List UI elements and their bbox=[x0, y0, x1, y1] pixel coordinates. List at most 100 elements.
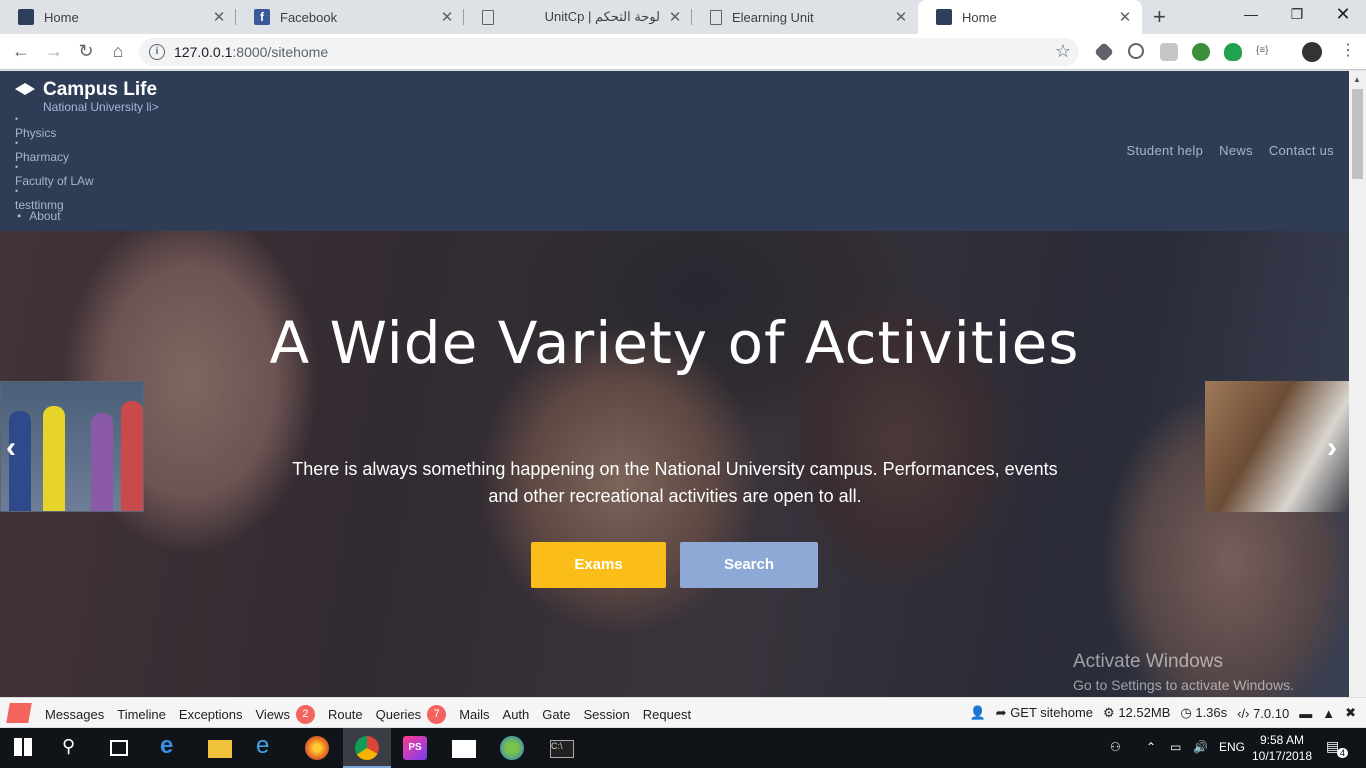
debugbar-logo-icon[interactable] bbox=[6, 703, 32, 723]
video-editor-icon[interactable] bbox=[452, 740, 476, 758]
debug-tab-mails[interactable]: Mails bbox=[459, 705, 489, 724]
recycle-extension-icon[interactable] bbox=[1128, 43, 1144, 59]
document-icon bbox=[710, 9, 722, 25]
people-icon[interactable]: ⚇ bbox=[1110, 740, 1121, 754]
profile-avatar[interactable] bbox=[1302, 42, 1322, 62]
document-icon bbox=[482, 9, 494, 25]
home-icon[interactable]: ⌂ bbox=[107, 41, 129, 62]
debug-tab-queries[interactable]: Queries 7 bbox=[376, 705, 447, 724]
close-tab-icon[interactable]: ✕ bbox=[438, 8, 456, 26]
request-duration: ◷ 1.36s bbox=[1180, 705, 1228, 720]
scroll-up-icon[interactable]: ▲ bbox=[1353, 75, 1361, 84]
tab-home-active[interactable]: Home ✕ bbox=[918, 0, 1142, 34]
request-method[interactable]: ➦ GET sitehome bbox=[996, 705, 1093, 721]
menu-item-law[interactable]: Faculty of LAw bbox=[15, 175, 93, 187]
forward-icon[interactable]: → bbox=[43, 41, 65, 62]
faculty-menu: • Physics • Pharmacy • Faculty of LAw • … bbox=[15, 115, 93, 212]
back-icon[interactable]: ← bbox=[10, 41, 32, 62]
tab-home[interactable]: Home ✕ bbox=[0, 0, 236, 34]
system-clock[interactable]: 9:58 AM 10/17/2018 bbox=[1250, 732, 1314, 764]
clock-date: 10/17/2018 bbox=[1251, 749, 1313, 763]
open-folder-icon[interactable]: ▬ bbox=[1299, 706, 1312, 721]
close-tab-icon[interactable]: ✕ bbox=[1116, 8, 1134, 26]
tray-expand-icon[interactable]: ⌃ bbox=[1146, 740, 1156, 754]
search-icon[interactable]: ⚲ bbox=[62, 736, 86, 760]
evernote-extension-icon[interactable] bbox=[1224, 43, 1242, 61]
debug-tab-exceptions[interactable]: Exceptions bbox=[179, 705, 243, 724]
close-debugbar-icon[interactable]: ✖ bbox=[1345, 705, 1356, 721]
reload-icon[interactable]: ↻ bbox=[75, 41, 97, 62]
close-tab-icon[interactable]: ✕ bbox=[666, 8, 684, 26]
eyedropper-extension-icon[interactable] bbox=[1094, 42, 1114, 62]
firefox-icon[interactable] bbox=[305, 736, 329, 760]
site-header: Campus Life National University li> • Ph… bbox=[0, 71, 1349, 231]
bookmark-star-icon[interactable]: ☆ bbox=[1055, 41, 1071, 62]
clock-time: 9:58 AM bbox=[1259, 733, 1305, 747]
debug-tab-session[interactable]: Session bbox=[583, 705, 629, 724]
network-tool-icon[interactable] bbox=[500, 736, 524, 760]
gears-icon: ⚙ bbox=[1103, 705, 1115, 720]
tab-title: Facebook bbox=[280, 9, 338, 25]
tab-title: Home bbox=[44, 9, 79, 25]
new-tab-icon[interactable]: + bbox=[1153, 4, 1166, 30]
task-view-icon[interactable] bbox=[110, 740, 128, 756]
debug-tab-views[interactable]: Views 2 bbox=[256, 705, 315, 724]
nav-contact-us[interactable]: Contact us bbox=[1269, 143, 1334, 158]
campus-favicon-icon bbox=[936, 9, 952, 25]
edge-icon[interactable]: e bbox=[160, 732, 184, 759]
tab-unitcp[interactable]: UnitCp | لوحة التحكم ✕ bbox=[464, 0, 692, 34]
file-explorer-icon[interactable] bbox=[208, 740, 232, 758]
scrollbar-thumb[interactable] bbox=[1352, 89, 1363, 179]
tab-facebook[interactable]: f Facebook ✕ bbox=[236, 0, 464, 34]
user-icon: 👤 bbox=[969, 705, 986, 720]
debug-tab-auth[interactable]: Auth bbox=[503, 705, 530, 724]
brand-title: Campus Life bbox=[43, 79, 158, 100]
close-tab-icon[interactable]: ✕ bbox=[210, 8, 228, 26]
debug-tab-request[interactable]: Request bbox=[643, 705, 691, 724]
prev-slide-thumbnail[interactable] bbox=[0, 381, 144, 512]
menu-item-about[interactable]: • About bbox=[17, 209, 61, 223]
puzzle-extension-icon[interactable] bbox=[1160, 43, 1178, 61]
debug-tab-messages[interactable]: Messages bbox=[45, 705, 104, 724]
browser-toolbar: ← → ↻ ⌂ i 127.0.0.1:8000/sitehome ☆ {≡} … bbox=[0, 34, 1366, 70]
site-info-icon[interactable]: i bbox=[149, 44, 165, 60]
chevron-left-icon[interactable]: ‹ bbox=[6, 431, 16, 465]
close-window-icon[interactable]: ✕ bbox=[1320, 0, 1366, 30]
minimize-icon[interactable]: — bbox=[1228, 0, 1274, 30]
php-version: ‹/› 7.0.10 bbox=[1237, 705, 1290, 721]
nav-student-help[interactable]: Student help bbox=[1127, 143, 1204, 158]
phpstorm-icon[interactable]: PS bbox=[403, 736, 427, 760]
tab-elearning[interactable]: Elearning Unit ✕ bbox=[692, 0, 918, 34]
share-icon: ➦ bbox=[995, 705, 1007, 720]
web-page: Campus Life National University li> • Ph… bbox=[0, 71, 1349, 697]
json-extension-icon[interactable]: {≡} bbox=[1256, 45, 1278, 63]
menu-dots-icon[interactable]: ⋮ bbox=[1340, 40, 1358, 59]
terminal-icon[interactable]: C:\ bbox=[550, 740, 574, 758]
menu-item-pharmacy[interactable]: Pharmacy bbox=[15, 151, 93, 163]
globe-extension-icon[interactable] bbox=[1192, 43, 1210, 61]
chevron-right-icon[interactable]: › bbox=[1327, 431, 1337, 465]
windows-start-icon[interactable] bbox=[14, 738, 32, 756]
exams-button[interactable]: Exams bbox=[531, 542, 666, 588]
page-scrollbar[interactable]: ▲ bbox=[1349, 71, 1366, 697]
debug-tab-route[interactable]: Route bbox=[328, 705, 363, 724]
restore-icon[interactable]: ❐ bbox=[1274, 0, 1320, 30]
internet-explorer-icon[interactable]: e bbox=[256, 732, 280, 759]
search-button[interactable]: Search bbox=[680, 542, 818, 588]
debug-tab-timeline[interactable]: Timeline bbox=[117, 705, 166, 724]
graduation-cap-icon bbox=[15, 83, 35, 97]
menu-item-physics[interactable]: Physics bbox=[15, 127, 93, 139]
language-indicator[interactable]: ENG bbox=[1219, 740, 1245, 754]
hero-title: A Wide Variety of Activities bbox=[269, 309, 1080, 377]
queries-count-badge: 7 bbox=[427, 705, 447, 724]
debug-tab-gate[interactable]: Gate bbox=[542, 705, 570, 724]
network-icon[interactable]: ▭ bbox=[1170, 740, 1181, 754]
volume-icon[interactable]: 🔊 bbox=[1193, 740, 1208, 754]
clock-icon: ◷ bbox=[1180, 705, 1192, 720]
site-brand[interactable]: Campus Life bbox=[15, 79, 157, 101]
chrome-taskbar-active[interactable] bbox=[343, 728, 391, 768]
nav-news[interactable]: News bbox=[1219, 143, 1253, 158]
address-bar[interactable]: i 127.0.0.1:8000/sitehome ☆ bbox=[139, 38, 1079, 66]
maximize-debugbar-icon[interactable]: ▲ bbox=[1322, 706, 1335, 721]
close-tab-icon[interactable]: ✕ bbox=[892, 8, 910, 26]
